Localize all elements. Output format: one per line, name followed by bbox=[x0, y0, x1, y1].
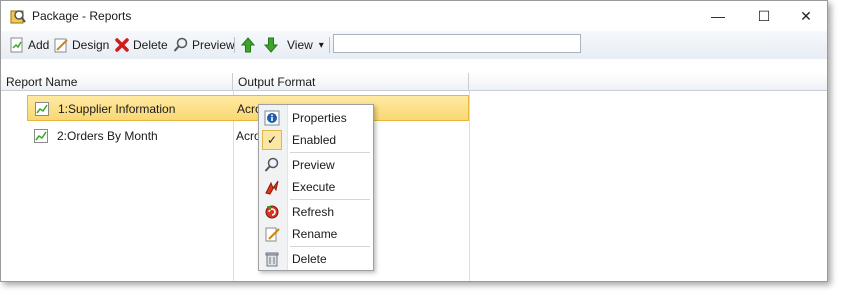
maximize-button[interactable]: ☐ bbox=[741, 1, 787, 31]
magnifier-icon bbox=[173, 37, 188, 52]
menu-item-rename[interactable]: Rename bbox=[261, 224, 371, 244]
menu-item-execute[interactable]: Execute bbox=[261, 177, 371, 197]
rename-icon bbox=[265, 227, 280, 242]
trash-icon bbox=[265, 252, 279, 267]
menu-item-enabled[interactable]: ✓ Enabled bbox=[261, 130, 371, 150]
move-up-button[interactable] bbox=[240, 36, 256, 54]
delete-x-icon bbox=[115, 38, 129, 52]
minimize-button[interactable]: — bbox=[695, 1, 741, 31]
design-button[interactable]: Design bbox=[53, 36, 109, 54]
report-name-cell: 2:Orders By Month bbox=[57, 129, 158, 143]
preview-label: Preview bbox=[192, 38, 235, 52]
move-down-button[interactable] bbox=[263, 36, 279, 54]
preview-button[interactable]: Preview bbox=[173, 36, 235, 54]
delete-label: Delete bbox=[133, 38, 168, 52]
menu-item-preview[interactable]: Preview bbox=[261, 155, 371, 175]
table-row[interactable]: 2:Orders By Month Acrobat Format (*.pdf) bbox=[27, 123, 469, 149]
chevron-down-icon: ▾ bbox=[318, 39, 324, 51]
menu-item-properties[interactable]: Properties bbox=[261, 108, 371, 128]
add-label: Add bbox=[28, 38, 50, 52]
report-icon bbox=[34, 129, 48, 143]
menu-item-delete[interactable]: Delete bbox=[261, 249, 371, 269]
search-input[interactable] bbox=[333, 34, 581, 53]
menu-separator bbox=[290, 152, 370, 153]
context-menu: Properties ✓ Enabled Preview Execute Ref… bbox=[258, 104, 374, 271]
column-header-filler bbox=[469, 73, 827, 91]
menu-separator bbox=[290, 246, 370, 247]
report-name-cell: 1:Supplier Information bbox=[58, 102, 176, 116]
menu-label-preview: Preview bbox=[292, 158, 335, 172]
menu-label-rename: Rename bbox=[292, 227, 338, 241]
checkmark-icon: ✓ bbox=[262, 130, 282, 150]
column-header-output-format[interactable]: Output Format bbox=[233, 73, 469, 91]
refresh-icon bbox=[265, 205, 279, 219]
column-divider bbox=[469, 91, 470, 281]
add-report-icon bbox=[10, 37, 23, 53]
title-bar: Package - Reports — ☐ ✕ bbox=[1, 1, 827, 31]
magnifier-icon bbox=[264, 157, 279, 172]
design-icon bbox=[54, 38, 68, 53]
menu-item-refresh[interactable]: Refresh bbox=[261, 202, 371, 222]
arrow-up-icon bbox=[240, 37, 256, 53]
toolbar: Add Design Delete Preview View ▾ bbox=[1, 31, 827, 59]
delete-button[interactable]: Delete bbox=[114, 36, 168, 54]
info-icon bbox=[264, 110, 280, 126]
menu-label-properties: Properties bbox=[292, 111, 347, 125]
execute-icon bbox=[265, 180, 279, 195]
package-icon bbox=[10, 8, 26, 24]
window-title: Package - Reports bbox=[32, 9, 132, 23]
view-dropdown-button[interactable]: View ▾ bbox=[287, 36, 324, 54]
menu-label-delete: Delete bbox=[292, 252, 327, 266]
reports-grid: Report Name Output Format 1:Supplier Inf… bbox=[1, 59, 827, 281]
toolbar-separator bbox=[234, 37, 235, 53]
menu-label-refresh: Refresh bbox=[292, 205, 335, 219]
menu-label-execute: Execute bbox=[292, 180, 336, 194]
design-label: Design bbox=[72, 38, 110, 52]
arrow-down-icon bbox=[263, 37, 279, 53]
view-label: View bbox=[287, 38, 313, 52]
close-button[interactable]: ✕ bbox=[783, 1, 827, 31]
reports-window: Package - Reports — ☐ ✕ Add Design Delet… bbox=[0, 0, 828, 282]
table-row[interactable]: 1:Supplier Information Acrobat Format (*… bbox=[27, 95, 469, 121]
add-button[interactable]: Add bbox=[9, 36, 49, 54]
menu-separator bbox=[290, 199, 370, 200]
menu-label-enabled: Enabled bbox=[292, 133, 337, 147]
column-header-report-name[interactable]: Report Name bbox=[1, 73, 233, 91]
toolbar-separator bbox=[329, 37, 330, 53]
report-icon bbox=[35, 102, 49, 116]
